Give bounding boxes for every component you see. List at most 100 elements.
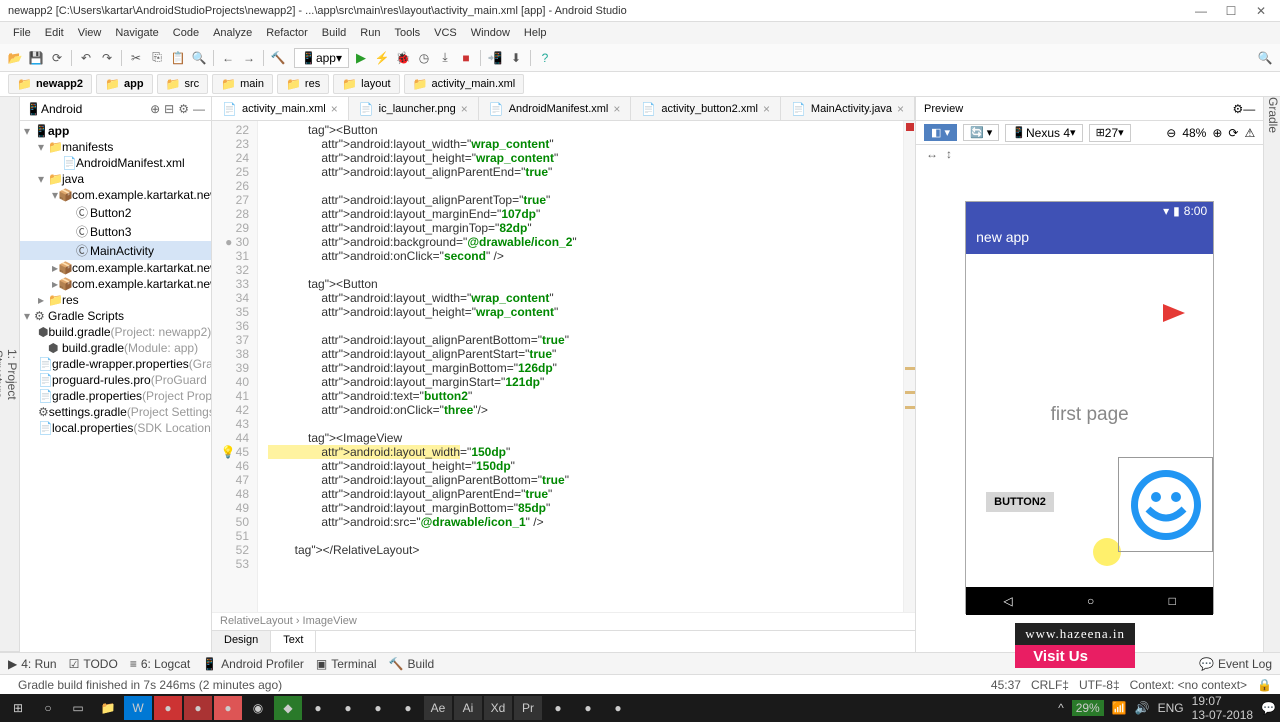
menu-analyze[interactable]: Analyze bbox=[206, 27, 259, 39]
breadcrumb-item[interactable]: 📁layout bbox=[333, 74, 399, 94]
sdk-icon[interactable]: ⬇ bbox=[507, 49, 525, 67]
wifi-icon[interactable]: 📶 bbox=[1112, 701, 1127, 715]
menu-window[interactable]: Window bbox=[464, 27, 517, 39]
breadcrumb-item[interactable]: 📁res bbox=[277, 74, 329, 94]
taskview-icon[interactable]: ▭ bbox=[64, 696, 92, 720]
tool-logcat[interactable]: ≡6: Logcat bbox=[130, 657, 190, 671]
menu-refactor[interactable]: Refactor bbox=[259, 27, 315, 39]
editor-tab[interactable]: 📄activity_button2.xml× bbox=[631, 97, 781, 120]
attach-icon[interactable]: ⤓ bbox=[436, 49, 454, 67]
hide-icon[interactable]: — bbox=[193, 102, 205, 116]
app-icon[interactable]: Pr bbox=[514, 696, 542, 720]
tree-item[interactable]: ⚙settings.gradle (Project Settings bbox=[20, 404, 211, 420]
gear-icon[interactable]: ⚙ bbox=[1232, 102, 1243, 116]
tree-item[interactable]: 📄gradle-wrapper.properties (Gra bbox=[20, 356, 211, 372]
code-editor[interactable]: tag"><Button attr">android:layout_width=… bbox=[258, 121, 903, 612]
tree-item[interactable]: ▾📁java bbox=[20, 171, 211, 187]
hide-icon[interactable]: — bbox=[1243, 102, 1255, 116]
copy-icon[interactable]: ⎘ bbox=[148, 49, 166, 67]
tool-androidprofiler[interactable]: 📱Android Profiler bbox=[202, 657, 304, 671]
clock-time[interactable]: 19:07 bbox=[1192, 694, 1253, 708]
app-icon[interactable]: W bbox=[124, 696, 152, 720]
menu-view[interactable]: View bbox=[71, 27, 109, 39]
paste-icon[interactable]: 📋 bbox=[169, 49, 187, 67]
app-icon[interactable]: Xd bbox=[484, 696, 512, 720]
structure-tool-button[interactable]: Structure bbox=[0, 97, 5, 652]
tree-item[interactable]: ▾⚙Gradle Scripts bbox=[20, 308, 211, 324]
menu-help[interactable]: Help bbox=[517, 27, 554, 39]
make-icon[interactable]: 🔨 bbox=[269, 49, 287, 67]
app-icon[interactable]: Ai bbox=[454, 696, 482, 720]
cortana-icon[interactable]: ○ bbox=[34, 696, 62, 720]
gradle-tool-button[interactable]: Gradle bbox=[1266, 97, 1280, 133]
profile-icon[interactable]: ◷ bbox=[415, 49, 433, 67]
apply-changes-icon[interactable]: ⚡ bbox=[373, 49, 391, 67]
code-breadcrumb[interactable]: RelativeLayout › ImageView bbox=[212, 612, 915, 630]
project-view-label[interactable]: Android bbox=[41, 102, 146, 116]
tree-item[interactable]: ▸📁res bbox=[20, 292, 211, 308]
tool-todo[interactable]: ☑TODO bbox=[69, 657, 118, 671]
app-icon[interactable]: ● bbox=[394, 696, 422, 720]
tool-build[interactable]: 🔨Build bbox=[389, 657, 435, 671]
tree-item[interactable]: ⬢build.gradle (Module: app) bbox=[20, 340, 211, 356]
open-icon[interactable]: 📂 bbox=[6, 49, 24, 67]
avd-icon[interactable]: 📲 bbox=[486, 49, 504, 67]
resize-v-icon[interactable]: ↕ bbox=[946, 147, 952, 161]
lock-icon[interactable]: 🔒 bbox=[1257, 678, 1272, 692]
tree-item[interactable]: ⒸButton3 bbox=[20, 222, 211, 241]
error-stripe[interactable] bbox=[903, 121, 915, 612]
breadcrumb-item[interactable]: 📁activity_main.xml bbox=[404, 74, 525, 94]
menu-tools[interactable]: Tools bbox=[387, 27, 427, 39]
gear-icon[interactable]: ⚙ bbox=[178, 102, 189, 116]
tree-item[interactable]: ▸📦com.example.kartarkat.newa bbox=[20, 260, 211, 276]
menu-code[interactable]: Code bbox=[166, 27, 206, 39]
search-everywhere-icon[interactable]: 🔍 bbox=[1256, 49, 1274, 67]
breadcrumb-item[interactable]: 📁app bbox=[96, 74, 153, 94]
menu-file[interactable]: File bbox=[6, 27, 38, 39]
menu-edit[interactable]: Edit bbox=[38, 27, 71, 39]
tab-text[interactable]: Text bbox=[271, 631, 316, 652]
file-encoding[interactable]: UTF-8‡ bbox=[1079, 678, 1120, 692]
app-icon[interactable]: ● bbox=[184, 696, 212, 720]
tree-item[interactable]: ⒸMainActivity bbox=[20, 241, 211, 260]
save-icon[interactable]: 💾 bbox=[27, 49, 45, 67]
menu-build[interactable]: Build bbox=[315, 27, 353, 39]
stop-icon[interactable]: ■ bbox=[457, 49, 475, 67]
app-icon[interactable]: ● bbox=[304, 696, 332, 720]
tree-item[interactable]: 📄proguard-rules.pro (ProGuard R bbox=[20, 372, 211, 388]
debug-icon[interactable]: 🐞 bbox=[394, 49, 412, 67]
resize-h-icon[interactable]: ↔ bbox=[926, 147, 938, 161]
caret-position[interactable]: 45:37 bbox=[991, 678, 1021, 692]
app-icon[interactable]: ● bbox=[364, 696, 392, 720]
menu-navigate[interactable]: Navigate bbox=[108, 27, 165, 39]
device-preview[interactable]: ▾ ▮ 8:00 new app first page BUTTON2 bbox=[965, 201, 1214, 614]
menu-run[interactable]: Run bbox=[353, 27, 387, 39]
app-icon[interactable]: ● bbox=[334, 696, 362, 720]
run-button[interactable]: ▶ bbox=[352, 49, 370, 67]
forward-icon[interactable]: → bbox=[240, 49, 258, 67]
tree-item[interactable]: ▾📁manifests bbox=[20, 139, 211, 155]
volume-icon[interactable]: 🔊 bbox=[1135, 701, 1150, 715]
tree-item[interactable]: 📄AndroidManifest.xml bbox=[20, 155, 211, 171]
editor-tab[interactable]: 📄activity_main.xml× bbox=[212, 97, 349, 120]
redo-icon[interactable]: ↷ bbox=[98, 49, 116, 67]
cut-icon[interactable]: ✂ bbox=[127, 49, 145, 67]
event-log-button[interactable]: 💬Event Log bbox=[1199, 657, 1272, 671]
zoom-out-icon[interactable]: ⊖ bbox=[1166, 126, 1176, 140]
breadcrumb-item[interactable]: 📁newapp2 bbox=[8, 74, 92, 94]
android-studio-icon[interactable]: ◆ bbox=[274, 696, 302, 720]
app-icon[interactable]: ● bbox=[604, 696, 632, 720]
context-label[interactable]: Context: <no context> bbox=[1130, 678, 1247, 692]
maximize-button[interactable]: ☐ bbox=[1220, 4, 1242, 18]
app-icon[interactable]: ● bbox=[544, 696, 572, 720]
breadcrumb-item[interactable]: 📁src bbox=[157, 74, 209, 94]
back-icon[interactable]: ← bbox=[219, 49, 237, 67]
promo-button[interactable]: Visit Us bbox=[1015, 645, 1135, 668]
tab-design[interactable]: Design bbox=[212, 631, 271, 652]
explorer-icon[interactable]: 📁 bbox=[94, 696, 122, 720]
tree-item[interactable]: 📄local.properties (SDK Location) bbox=[20, 420, 211, 436]
tree-item[interactable]: ⒸButton2 bbox=[20, 203, 211, 222]
sync-icon[interactable]: ⟳ bbox=[48, 49, 66, 67]
surface-selector[interactable]: ◧ ▾ bbox=[924, 124, 957, 141]
app-icon[interactable]: Ae bbox=[424, 696, 452, 720]
